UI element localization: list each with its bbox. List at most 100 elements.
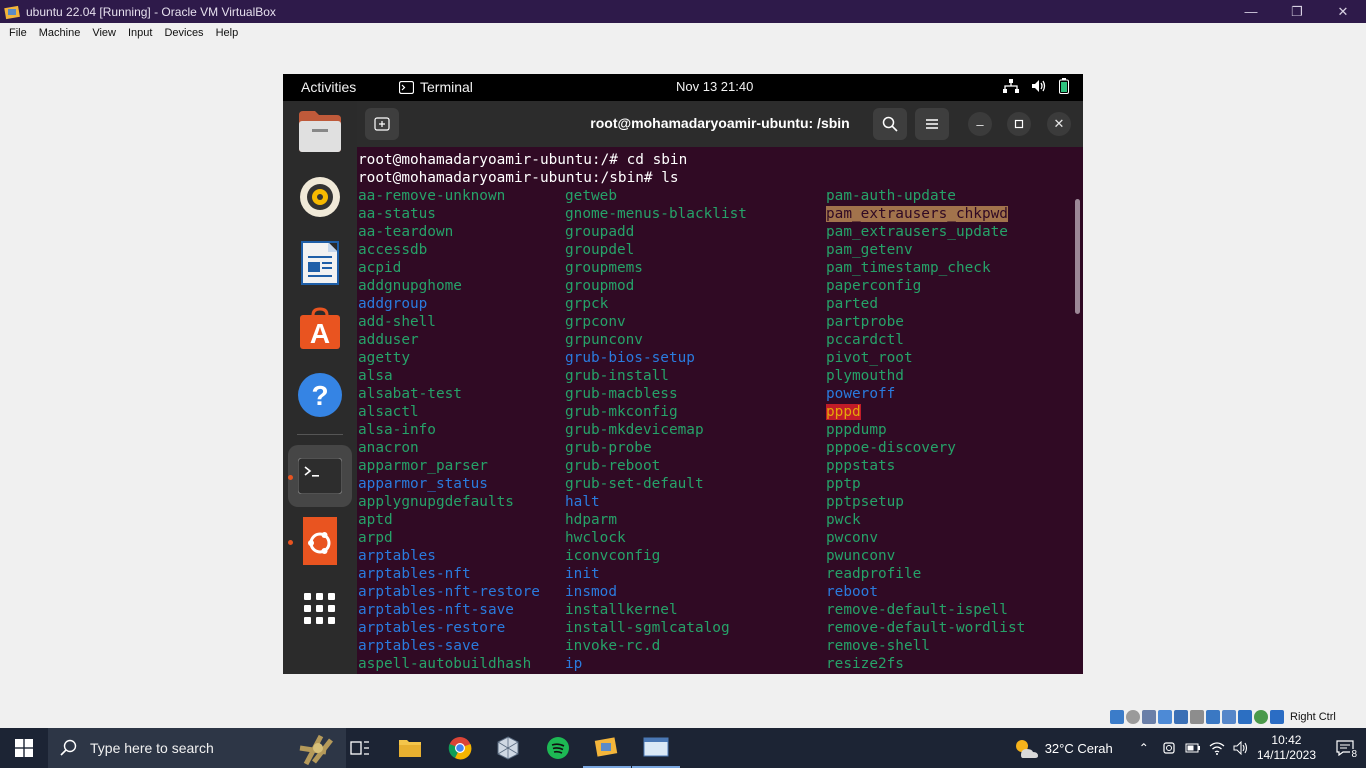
- restore-button[interactable]: ❐: [1274, 0, 1320, 23]
- virtualbox-vm-button[interactable]: [583, 728, 631, 768]
- ls-row: aa-teardown: [358, 223, 540, 241]
- ls-entry: remove-shell: [826, 638, 930, 654]
- app-menu[interactable]: Terminal: [399, 79, 473, 95]
- menu-button[interactable]: [915, 108, 949, 140]
- activities-button[interactable]: Activities: [301, 79, 356, 95]
- windows-taskbar: Type here to search 32°C Cerah ⌃ 10:42 1…: [0, 728, 1366, 768]
- remote-app-button[interactable]: [632, 728, 680, 768]
- recording-icon[interactable]: [1222, 710, 1236, 724]
- ls-entry: grpunconv: [565, 332, 643, 348]
- ls-entry: hdparm: [565, 512, 617, 528]
- ls-entry: grub-install: [565, 368, 669, 384]
- audio-icon[interactable]: [1142, 710, 1156, 724]
- ls-entry: pam_getenv: [826, 242, 913, 258]
- ls-entry: accessdb: [358, 242, 428, 258]
- show-apps-icon[interactable]: [296, 585, 344, 633]
- clock[interactable]: Nov 13 21:40: [676, 79, 753, 94]
- ls-entry: pptp: [826, 476, 861, 492]
- ls-row: plymouthd: [826, 367, 1025, 385]
- menu-machine[interactable]: Machine: [33, 27, 87, 39]
- ls-entry: invoke-rc.d: [565, 638, 661, 654]
- weather-icon[interactable]: [1013, 737, 1039, 759]
- files-icon[interactable]: [296, 107, 344, 155]
- terminal-icon[interactable]: [288, 445, 352, 507]
- ls-entry: remove-default-ispell: [826, 602, 1008, 618]
- display-icon[interactable]: [1206, 710, 1220, 724]
- help-icon[interactable]: ?: [296, 371, 344, 419]
- ls-row: hwclock: [565, 529, 747, 547]
- file-explorer-button[interactable]: [386, 728, 434, 768]
- maximize-terminal-button[interactable]: [1007, 112, 1031, 136]
- clock[interactable]: 10:42 14/11/2023: [1257, 733, 1316, 763]
- host-key-label: Right Ctrl: [1290, 711, 1336, 723]
- meet-now-icon[interactable]: [1161, 740, 1177, 756]
- ls-row: arptables-restore: [358, 619, 540, 637]
- task-view-button[interactable]: [336, 728, 384, 768]
- terminal-output[interactable]: root@mohamadaryoamir-ubuntu:/# cd sbin r…: [357, 147, 1083, 674]
- virtualbox-taskbar-button[interactable]: [484, 728, 532, 768]
- minimize-terminal-button[interactable]: –: [968, 112, 992, 136]
- command-line: root@mohamadaryoamir-ubuntu:/sbin# ls: [358, 170, 679, 186]
- spotify-button[interactable]: [534, 728, 582, 768]
- chevron-up-icon[interactable]: ⌃: [1139, 741, 1149, 755]
- ls-row: apparmor_parser: [358, 457, 540, 475]
- ls-row: grub-reboot: [565, 457, 747, 475]
- notifications-button[interactable]: 8: [1330, 728, 1360, 768]
- shared-folders-icon[interactable]: [1190, 710, 1204, 724]
- ls-entry: addgroup: [358, 296, 428, 312]
- mouse-integration-icon[interactable]: [1254, 710, 1268, 724]
- start-button[interactable]: [0, 728, 48, 768]
- guest-screen[interactable]: Activities Terminal Nov 13 21:40 A ? roo…: [283, 74, 1083, 674]
- battery-tray-icon[interactable]: [1185, 741, 1201, 755]
- menu-devices[interactable]: Devices: [158, 27, 209, 39]
- menu-view[interactable]: View: [86, 27, 122, 39]
- search-button[interactable]: [873, 108, 907, 140]
- hard-disk-icon[interactable]: [1110, 710, 1124, 724]
- ls-entry: groupadd: [565, 224, 635, 240]
- terminal-scrollbar[interactable]: [1075, 199, 1080, 314]
- terminal-window[interactable]: root@mohamadaryoamir-ubuntu: /sbin – ✕ r…: [357, 101, 1083, 674]
- ls-row: paperconfig: [826, 277, 1025, 295]
- minimize-button[interactable]: —: [1228, 0, 1274, 23]
- running-indicator: [288, 540, 293, 545]
- ls-entry: pam_extrausers_chkpwd: [826, 206, 1008, 222]
- ls-entry: getweb: [565, 188, 617, 204]
- menu-input[interactable]: Input: [122, 27, 158, 39]
- optical-drive-icon[interactable]: [1126, 710, 1140, 724]
- wifi-icon[interactable]: [1209, 741, 1225, 755]
- keyboard-capture-icon[interactable]: [1270, 710, 1284, 724]
- rhythmbox-icon[interactable]: [296, 173, 344, 221]
- ubuntu-icon[interactable]: [296, 517, 344, 565]
- close-terminal-button[interactable]: ✕: [1047, 112, 1071, 136]
- search-placeholder: Type here to search: [90, 740, 214, 756]
- ls-row: grub-install: [565, 367, 747, 385]
- app-center-icon[interactable]: A: [296, 305, 344, 353]
- ls-entry: aa-remove-unknown: [358, 188, 506, 204]
- ls-row: grpunconv: [565, 331, 747, 349]
- ls-row: pppd: [826, 403, 1025, 421]
- spotify-icon: [547, 737, 569, 759]
- battery-icon: [1059, 78, 1069, 94]
- chrome-button[interactable]: [436, 728, 484, 768]
- ls-entry: aspell-autobuildhash: [358, 656, 532, 672]
- file-explorer-icon: [399, 740, 421, 757]
- weather-text[interactable]: 32°C Cerah: [1045, 741, 1113, 756]
- network-adapter-icon[interactable]: [1158, 710, 1172, 724]
- usb-icon[interactable]: [1174, 710, 1188, 724]
- ls-row: pam_getenv: [826, 241, 1025, 259]
- writer-icon[interactable]: [296, 239, 344, 287]
- terminal-small-icon: [399, 80, 414, 94]
- close-button[interactable]: ✕: [1320, 0, 1366, 23]
- ls-row: insmod: [565, 583, 747, 601]
- menu-help[interactable]: Help: [210, 27, 245, 39]
- ls-row: resize2fs: [826, 655, 1025, 673]
- ls-entry: readprofile: [826, 566, 922, 582]
- menu-file[interactable]: File: [3, 27, 33, 39]
- taskbar-search[interactable]: Type here to search: [48, 728, 346, 768]
- ls-entry: alsactl: [358, 404, 419, 420]
- ls-entry: alsa: [358, 368, 393, 384]
- ls-entry: groupmems: [565, 260, 643, 276]
- speaker-icon[interactable]: [1233, 741, 1249, 755]
- cpu-icon[interactable]: [1238, 710, 1252, 724]
- system-status-area[interactable]: [1003, 78, 1069, 94]
